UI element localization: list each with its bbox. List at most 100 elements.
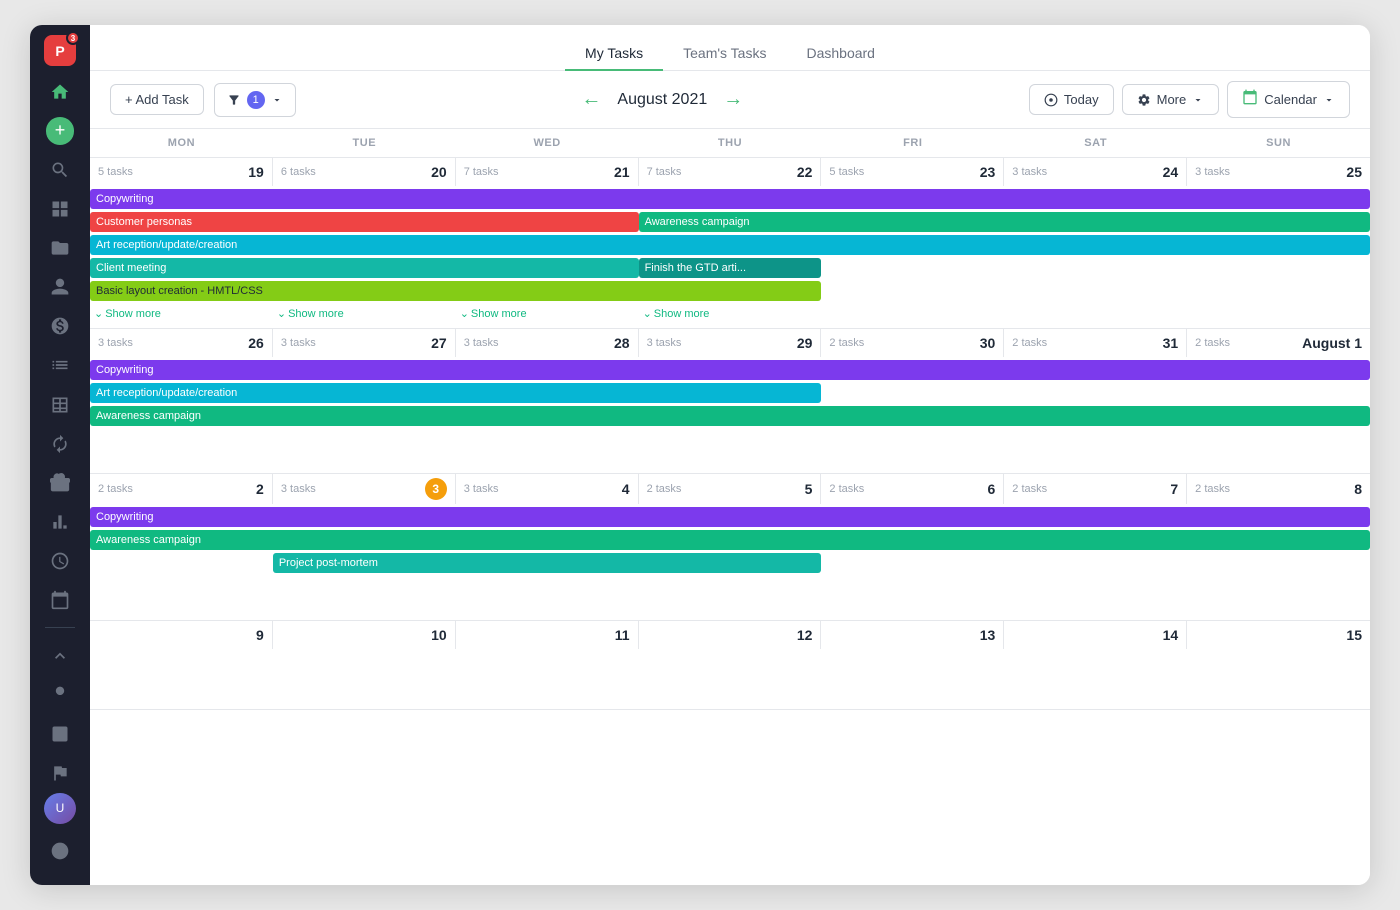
day-8: 2 tasks8 — [1187, 474, 1370, 504]
day-29: 3 tasks29 — [639, 329, 822, 357]
day-19: 5 tasks19 — [90, 158, 273, 186]
event-row: Awareness campaign — [90, 530, 1370, 552]
toolbar: + Add Task 1 ← August 2021 → Today More — [90, 71, 1370, 129]
top-tabs: My Tasks Team's Tasks Dashboard — [90, 25, 1370, 71]
day-header-sun: SUN — [1187, 129, 1370, 157]
week-events-3: Copywriting Awareness campaign Project p… — [90, 504, 1370, 620]
day-28: 3 tasks28 — [456, 329, 639, 357]
app-logo: P 3 — [44, 35, 76, 66]
event-row: Copywriting — [90, 507, 1370, 529]
show-more-sat-empty — [1004, 305, 1187, 322]
event-row: Copywriting — [90, 189, 1370, 211]
sidebar-item-refresh[interactable] — [42, 426, 78, 461]
day-7: 2 tasks7 — [1004, 474, 1187, 504]
sidebar-item-user2[interactable] — [42, 678, 78, 713]
sidebar-item-list[interactable] — [42, 348, 78, 383]
sidebar-item-user[interactable] — [42, 270, 78, 305]
event-awareness-campaign-2[interactable]: Awareness campaign — [90, 406, 1370, 426]
event-copywriting-2[interactable]: Copywriting — [90, 360, 1370, 380]
event-row: Client meeting Finish the GTD arti... — [90, 258, 1370, 280]
event-project-postmortem[interactable]: Project post-mortem — [273, 553, 822, 573]
event-art-reception-2[interactable]: Art reception/update/creation — [90, 383, 821, 403]
day-4: 3 tasks4 — [456, 474, 639, 504]
user-avatar[interactable]: U — [44, 793, 76, 824]
week-dates-4: 9 10 11 12 13 14 15 — [90, 621, 1370, 649]
calendar-view-button[interactable]: Calendar — [1227, 81, 1350, 118]
filter-badge: 1 — [247, 91, 265, 109]
sidebar-item-search[interactable] — [42, 153, 78, 188]
day-13: 13 — [821, 621, 1004, 649]
add-task-button[interactable]: + Add Task — [110, 84, 204, 115]
next-month-button[interactable]: → — [723, 88, 743, 111]
day-aug1: 2 tasksAugust 1 — [1187, 329, 1370, 357]
week-events-2: Copywriting Art reception/update/creatio… — [90, 357, 1370, 473]
day-21: 7 tasks21 — [456, 158, 639, 186]
prev-month-button[interactable]: ← — [581, 88, 601, 111]
sidebar-item-chart[interactable] — [42, 504, 78, 539]
sidebar-item-tasks[interactable] — [42, 717, 78, 752]
left-nav: P 3 + — [30, 25, 90, 885]
day-6: 2 tasks6 — [821, 474, 1004, 504]
day-23: 5 tasks23 — [821, 158, 1004, 186]
show-more-thu[interactable]: ⌄Show more — [639, 305, 822, 322]
event-copywriting-3[interactable]: Copywriting — [90, 507, 1370, 527]
add-button[interactable]: + — [46, 117, 74, 144]
sidebar-item-chevron-up[interactable] — [42, 638, 78, 673]
event-row: Project post-mortem — [90, 553, 1370, 575]
week-dates-2: 3 tasks26 3 tasks27 3 tasks28 3 tasks29 … — [90, 329, 1370, 357]
show-more-mon[interactable]: ⌄Show more — [90, 305, 273, 322]
week-row-2: 3 tasks26 3 tasks27 3 tasks28 3 tasks29 … — [90, 329, 1370, 474]
sidebar-item-flag[interactable] — [42, 756, 78, 791]
event-finish-gtd[interactable]: Finish the GTD arti... — [639, 258, 822, 278]
main-content: My Tasks Team's Tasks Dashboard + Add Ta… — [90, 25, 1370, 885]
day-5: 2 tasks5 — [639, 474, 822, 504]
day-9: 9 — [90, 621, 273, 649]
day-header-sat: SAT — [1004, 129, 1187, 157]
day-26: 3 tasks26 — [90, 329, 273, 357]
show-more-tue[interactable]: ⌄Show more — [273, 305, 456, 322]
sidebar-item-dollar[interactable] — [42, 309, 78, 344]
event-awareness-campaign-3[interactable]: Awareness campaign — [90, 530, 1370, 550]
tab-team-tasks[interactable]: Team's Tasks — [663, 37, 786, 71]
event-copywriting-1[interactable]: Copywriting — [90, 189, 1370, 209]
day-20: 6 tasks20 — [273, 158, 456, 186]
day-22: 7 tasks22 — [639, 158, 822, 186]
app-container: P 3 + — [30, 25, 1370, 885]
sidebar-item-clock[interactable] — [42, 543, 78, 578]
day-header-thu: THU — [639, 129, 822, 157]
day-31: 2 tasks31 — [1004, 329, 1187, 357]
sidebar-item-home[interactable] — [42, 74, 78, 109]
calendar-icon — [1242, 89, 1258, 110]
event-basic-layout[interactable]: Basic layout creation - HMTL/CSS — [90, 281, 821, 301]
show-more-sun-empty — [1187, 305, 1370, 322]
sidebar-item-box[interactable] — [42, 465, 78, 500]
event-customer-personas[interactable]: Customer personas — [90, 212, 639, 232]
tab-dashboard[interactable]: Dashboard — [786, 37, 895, 71]
sidebar-item-settings[interactable] — [42, 834, 78, 869]
more-button[interactable]: More — [1122, 84, 1220, 115]
event-row: Awareness campaign — [90, 406, 1370, 428]
event-row: Art reception/update/creation — [90, 235, 1370, 257]
day-12: 12 — [639, 621, 822, 649]
show-more-row-1: ⌄Show more ⌄Show more ⌄Show more ⌄Show m… — [90, 305, 1370, 322]
sidebar-item-table[interactable] — [42, 387, 78, 422]
event-awareness-campaign-1[interactable]: Awareness campaign — [639, 212, 1370, 232]
event-row: Art reception/update/creation — [90, 383, 1370, 405]
day-24: 3 tasks24 — [1004, 158, 1187, 186]
day-header-mon: MON — [90, 129, 273, 157]
filter-button[interactable]: 1 — [214, 83, 296, 117]
tab-my-tasks[interactable]: My Tasks — [565, 37, 663, 71]
event-row: Customer personas Awareness campaign — [90, 212, 1370, 234]
sidebar-item-grid[interactable] — [42, 192, 78, 227]
sidebar-item-folder[interactable] — [42, 231, 78, 266]
show-more-wed[interactable]: ⌄Show more — [456, 305, 639, 322]
day-2: 2 tasks2 — [90, 474, 273, 504]
notification-badge: 3 — [66, 31, 80, 45]
today-button[interactable]: Today — [1029, 84, 1114, 115]
week-row-1: 5 tasks19 6 tasks20 7 tasks21 7 tasks22 … — [90, 158, 1370, 329]
event-client-meeting[interactable]: Client meeting — [90, 258, 639, 278]
sidebar-item-calendar[interactable] — [42, 582, 78, 617]
event-row: Basic layout creation - HMTL/CSS — [90, 281, 1370, 303]
event-art-reception-1[interactable]: Art reception/update/creation — [90, 235, 1370, 255]
day-3: 3 tasks3 — [273, 474, 456, 504]
